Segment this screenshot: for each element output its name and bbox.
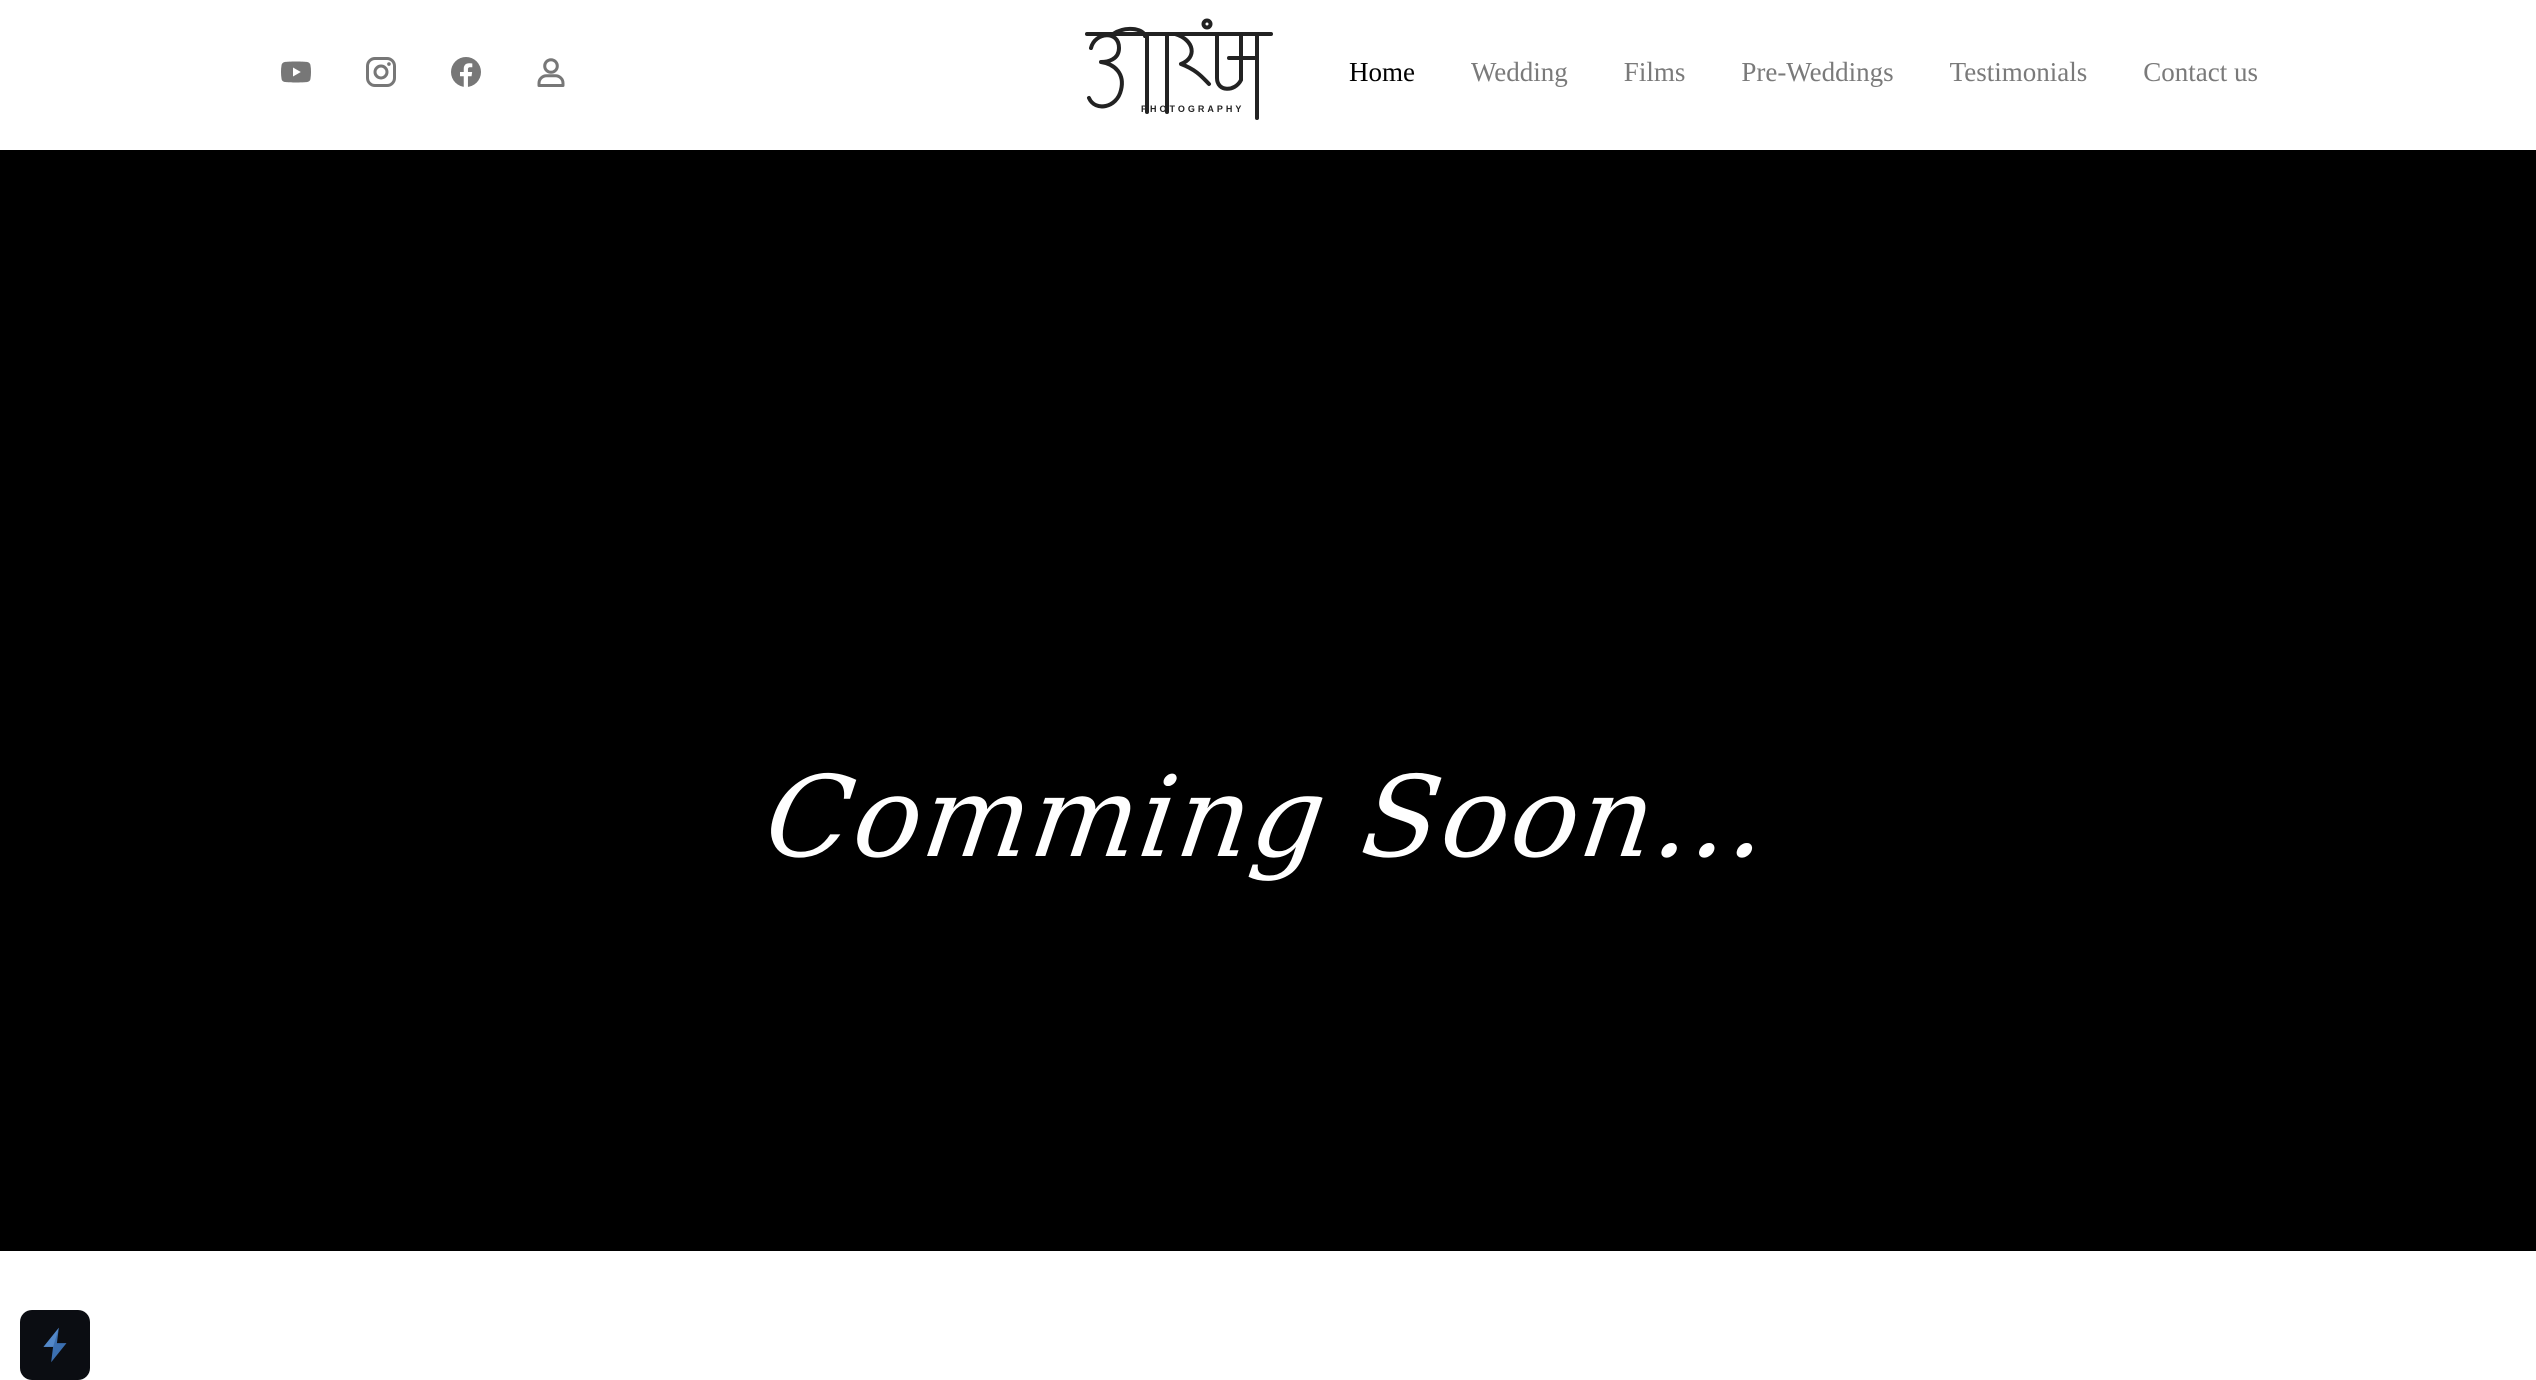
nav-contact-us[interactable]: Contact us bbox=[2143, 57, 2258, 88]
instagram-icon[interactable] bbox=[361, 52, 401, 92]
social-links bbox=[276, 50, 616, 94]
nav-home[interactable]: Home bbox=[1349, 57, 1415, 88]
hero-section: Comming Soon... bbox=[0, 150, 2536, 1380]
main-nav: Home Wedding Films Pre-Weddings Testimon… bbox=[1349, 52, 2258, 92]
nav-pre-weddings[interactable]: Pre-Weddings bbox=[1741, 57, 1893, 88]
user-icon[interactable] bbox=[531, 52, 571, 92]
site-logo[interactable]: PHOTOGRAPHY bbox=[1085, 18, 1275, 122]
nav-films[interactable]: Films bbox=[1624, 57, 1686, 88]
nav-wedding[interactable]: Wedding bbox=[1471, 57, 1568, 88]
site-builder-badge[interactable] bbox=[20, 1310, 90, 1380]
site-header: PHOTOGRAPHY Home Wedding Films Pre-Weddi… bbox=[0, 0, 2536, 150]
logo-subtitle: PHOTOGRAPHY bbox=[1141, 104, 1245, 114]
nav-testimonials[interactable]: Testimonials bbox=[1950, 57, 2088, 88]
youtube-icon[interactable] bbox=[276, 52, 316, 92]
lightning-icon bbox=[43, 1327, 67, 1363]
hero-title: Comming Soon... bbox=[758, 753, 1778, 883]
facebook-icon[interactable] bbox=[446, 52, 486, 92]
